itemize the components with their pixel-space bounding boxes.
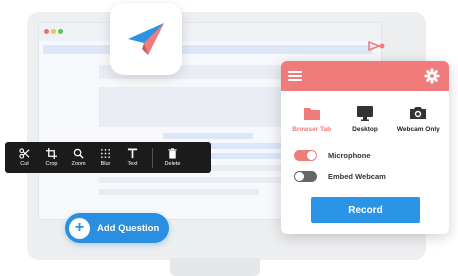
close-dot — [44, 29, 49, 34]
microphone-toggle[interactable] — [294, 150, 317, 161]
microphone-option: Microphone — [294, 150, 371, 161]
embed-webcam-option: Embed Webcam — [294, 171, 386, 182]
address-bar — [43, 45, 373, 54]
crop-icon — [46, 148, 57, 159]
extension-play-icon — [368, 40, 385, 52]
plus-icon: + — [69, 217, 90, 239]
content-placeholder — [99, 177, 285, 183]
text-tool-label: Text — [127, 161, 138, 167]
blur-tool-button[interactable]: Blur — [92, 144, 119, 172]
delete-tool-label: Delete — [164, 161, 181, 167]
gear-icon[interactable] — [424, 68, 440, 84]
crop-tool-button[interactable]: Crop — [38, 144, 65, 172]
hero-illustration: Cut Crop Zoom Blur Text Delete + Add Que… — [0, 0, 458, 276]
zoom-tool-label: Zoom — [71, 161, 86, 167]
folder-icon — [303, 108, 320, 120]
record-button[interactable]: Record — [311, 197, 420, 223]
trash-icon — [168, 148, 177, 159]
browser-titlebar — [39, 23, 381, 41]
zoom-tool-button[interactable]: Zoom — [65, 144, 92, 172]
blur-icon — [101, 149, 110, 158]
scissors-icon — [19, 148, 30, 159]
monitor-icon — [356, 106, 373, 121]
microphone-label: Microphone — [328, 151, 371, 160]
content-placeholder — [163, 133, 253, 139]
mode-browser-tab[interactable]: Browser Tab — [286, 104, 338, 133]
crop-tool-label: Crop — [45, 161, 58, 167]
maximize-dot — [58, 29, 63, 34]
camera-icon — [410, 107, 427, 119]
app-logo-tile — [110, 3, 182, 75]
panel-header — [281, 61, 449, 91]
minimize-dot — [51, 29, 56, 34]
zoom-icon — [73, 148, 84, 159]
content-placeholder — [99, 189, 259, 195]
mode-webcam-only[interactable]: Webcam Only — [392, 104, 444, 133]
paper-plane-logo-icon — [128, 23, 164, 55]
cut-tool-label: Cut — [20, 161, 29, 167]
capture-mode-selector: Browser Tab Desktop Webcam Only — [281, 91, 449, 133]
cut-tool-button[interactable]: Cut — [11, 144, 38, 172]
delete-tool-button[interactable]: Delete — [159, 144, 186, 172]
add-question-button[interactable]: + Add Question — [65, 213, 169, 243]
mode-label: Webcam Only — [396, 126, 440, 133]
text-tool-button[interactable]: Text — [119, 144, 146, 172]
editing-toolbar: Cut Crop Zoom Blur Text Delete — [5, 142, 211, 173]
embed-webcam-label: Embed Webcam — [328, 172, 386, 181]
blur-tool-label: Blur — [100, 161, 111, 167]
toolbar-divider — [152, 147, 153, 168]
menu-icon[interactable] — [288, 71, 302, 81]
mode-label: Desktop — [352, 126, 378, 133]
recorder-panel: Browser Tab Desktop Webcam Only Micropho… — [281, 61, 449, 234]
mode-desktop[interactable]: Desktop — [339, 104, 391, 133]
embed-webcam-toggle[interactable] — [294, 171, 317, 182]
monitor-stand — [170, 258, 260, 276]
text-icon — [127, 148, 138, 159]
content-placeholder — [99, 87, 285, 127]
mode-label: Browser Tab — [292, 126, 332, 133]
add-question-label: Add Question — [97, 222, 160, 234]
